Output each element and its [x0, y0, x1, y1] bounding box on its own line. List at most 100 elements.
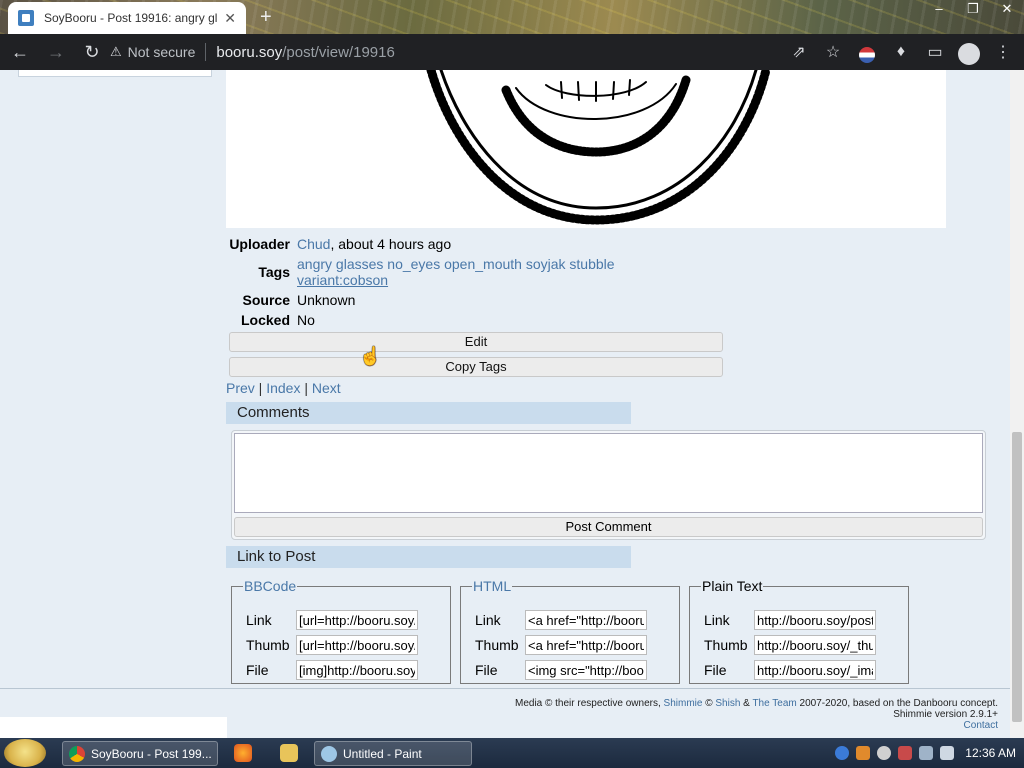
taskbar-item-paint[interactable]: Untitled - Paint: [314, 741, 472, 766]
comment-textarea[interactable]: [234, 433, 983, 513]
source-label: Source: [242, 292, 290, 308]
network-globe-icon[interactable]: [835, 746, 850, 760]
plaintext-fieldset: Plain Text Link Thumb File: [689, 578, 909, 684]
uploader-label: Uploader: [229, 236, 290, 252]
scrollbar-thumb[interactable]: [1012, 432, 1022, 722]
plaintext-file-field[interactable]: [754, 660, 876, 680]
bbcode-file-field[interactable]: [296, 660, 418, 680]
mouse-pointer-hand-icon: ☝: [359, 346, 382, 366]
security-flag-icon[interactable]: [898, 746, 913, 760]
share-icon[interactable]: ⇗: [786, 38, 812, 66]
minimize-button[interactable]: –: [922, 0, 956, 20]
taskbar-item-browser[interactable]: SoyBooru - Post 199...: [62, 741, 218, 766]
soyjak-drawing-icon: [426, 70, 771, 225]
browser-tab-active[interactable]: SoyBooru - Post 19916: angry gl ✕: [8, 2, 246, 34]
site-favicon-icon: [18, 10, 34, 26]
tag-link-stubble[interactable]: stubble: [569, 256, 614, 272]
address-bar[interactable]: ⚠ Not secure booru.soy/post/view/19916: [110, 38, 780, 66]
forward-arrow-icon[interactable]: →: [40, 36, 72, 68]
comments-heading[interactable]: Comments: [226, 402, 631, 424]
toolbar-icons: ⇗ ☆ ♦ ▭ ⋮: [786, 38, 1016, 66]
pager-separator: |: [300, 380, 312, 396]
clock[interactable]: 12:36 AM: [965, 746, 1016, 760]
tag-link-no-eyes[interactable]: no_eyes: [387, 256, 440, 272]
footer-text: Media © their respective owners,: [514, 698, 664, 709]
bbcode-file-label: File: [246, 662, 269, 678]
post-image[interactable]: [226, 70, 946, 228]
file-explorer-icon[interactable]: [280, 744, 298, 762]
extensions-puzzle-icon[interactable]: ♦: [888, 38, 914, 66]
plaintext-legend: Plain Text: [702, 578, 763, 594]
bbcode-thumb-label: Thumb: [246, 637, 290, 653]
html-link-field[interactable]: [525, 610, 647, 630]
bbcode-thumb-row: Thumb: [246, 635, 418, 655]
tag-link-angry[interactable]: angry: [297, 256, 332, 272]
warning-triangle-icon[interactable]: ⚠: [110, 44, 122, 60]
paint-icon: [321, 745, 337, 762]
security-label[interactable]: Not secure: [128, 44, 196, 60]
uploader-link[interactable]: Chud: [297, 236, 330, 252]
browser-titlebar: SoyBooru - Post 19916: angry gl ✕ + – ❐ …: [0, 0, 1024, 34]
edit-button[interactable]: Edit: [229, 332, 723, 352]
plaintext-thumb-label: Thumb: [704, 637, 748, 653]
profile-avatar-icon[interactable]: [956, 38, 982, 66]
shish-link[interactable]: Shish: [715, 698, 740, 709]
post-comment-button[interactable]: Post Comment: [234, 517, 983, 537]
footer-text: &: [740, 698, 753, 709]
bookmark-star-icon[interactable]: ☆: [820, 38, 846, 66]
taskbar-item-label: SoyBooru - Post 199...: [91, 746, 212, 761]
bbcode-link-row: Link: [246, 610, 418, 630]
side-panel-icon[interactable]: ▭: [922, 38, 948, 66]
tag-link-glasses[interactable]: glasses: [336, 256, 383, 272]
tag-link-open-mouth[interactable]: open_mouth: [444, 256, 522, 272]
reload-icon[interactable]: ↻: [76, 36, 108, 68]
plaintext-link-row: Link: [704, 610, 876, 630]
copy-tags-button[interactable]: Copy Tags: [229, 357, 723, 377]
firefox-icon[interactable]: [234, 744, 252, 762]
omnibox-divider: [205, 43, 207, 61]
html-thumb-row: Thumb: [475, 635, 647, 655]
chrome-icon: [69, 745, 85, 762]
search-tray-icon[interactable]: [856, 746, 871, 760]
tag-link-variant-cobson[interactable]: variant:cobson: [297, 272, 388, 288]
maximize-button[interactable]: ❐: [956, 0, 990, 20]
link-to-post-heading[interactable]: Link to Post: [226, 546, 631, 568]
plaintext-link-field[interactable]: [754, 610, 876, 630]
plaintext-file-label: File: [704, 662, 727, 678]
prev-link[interactable]: Prev: [226, 380, 255, 396]
locked-row: Locked No: [228, 312, 315, 328]
menu-kebab-icon[interactable]: ⋮: [990, 38, 1016, 66]
url-path[interactable]: /post/view/19916: [282, 44, 395, 61]
taskbar-item-label: Untitled - Paint: [343, 746, 422, 761]
back-arrow-icon[interactable]: ←: [4, 36, 36, 68]
pager-separator: |: [254, 380, 267, 396]
extension-flag-icon[interactable]: [854, 38, 880, 66]
footer-text: 2007-2020, based on the Danbooru concept…: [796, 698, 999, 709]
url-host[interactable]: booru.soy: [216, 44, 282, 61]
tag-link-soyjak[interactable]: soyjak: [526, 256, 566, 272]
contact-link[interactable]: Contact: [964, 720, 998, 731]
shimmie-link[interactable]: Shimmie: [664, 698, 703, 709]
page-footer: Media © their respective owners, Shimmie…: [0, 688, 1024, 738]
html-thumb-field[interactable]: [525, 635, 647, 655]
html-legend: HTML: [473, 578, 512, 594]
index-link[interactable]: Index: [266, 380, 300, 396]
html-link-row: Link: [475, 610, 647, 630]
plaintext-thumb-field[interactable]: [754, 635, 876, 655]
locked-value: No: [297, 312, 315, 328]
team-link[interactable]: The Team: [752, 698, 796, 709]
volume-icon[interactable]: [940, 746, 955, 760]
status-tray-icon[interactable]: [877, 746, 892, 760]
tag-list: angry glasses no_eyes open_mouth soyjak …: [297, 256, 615, 288]
network-tray-icon[interactable]: [919, 746, 934, 760]
html-file-field[interactable]: [525, 660, 647, 680]
bbcode-thumb-field[interactable]: [296, 635, 418, 655]
next-link[interactable]: Next: [312, 380, 341, 396]
new-tab-button[interactable]: +: [260, 6, 272, 29]
page-scrollbar[interactable]: [1010, 70, 1024, 738]
bbcode-link-field[interactable]: [296, 610, 418, 630]
start-button-icon[interactable]: [4, 739, 46, 767]
source-value: Unknown: [297, 292, 356, 308]
tab-close-icon[interactable]: ✕: [224, 10, 236, 27]
window-close-button[interactable]: ✕: [990, 0, 1024, 20]
